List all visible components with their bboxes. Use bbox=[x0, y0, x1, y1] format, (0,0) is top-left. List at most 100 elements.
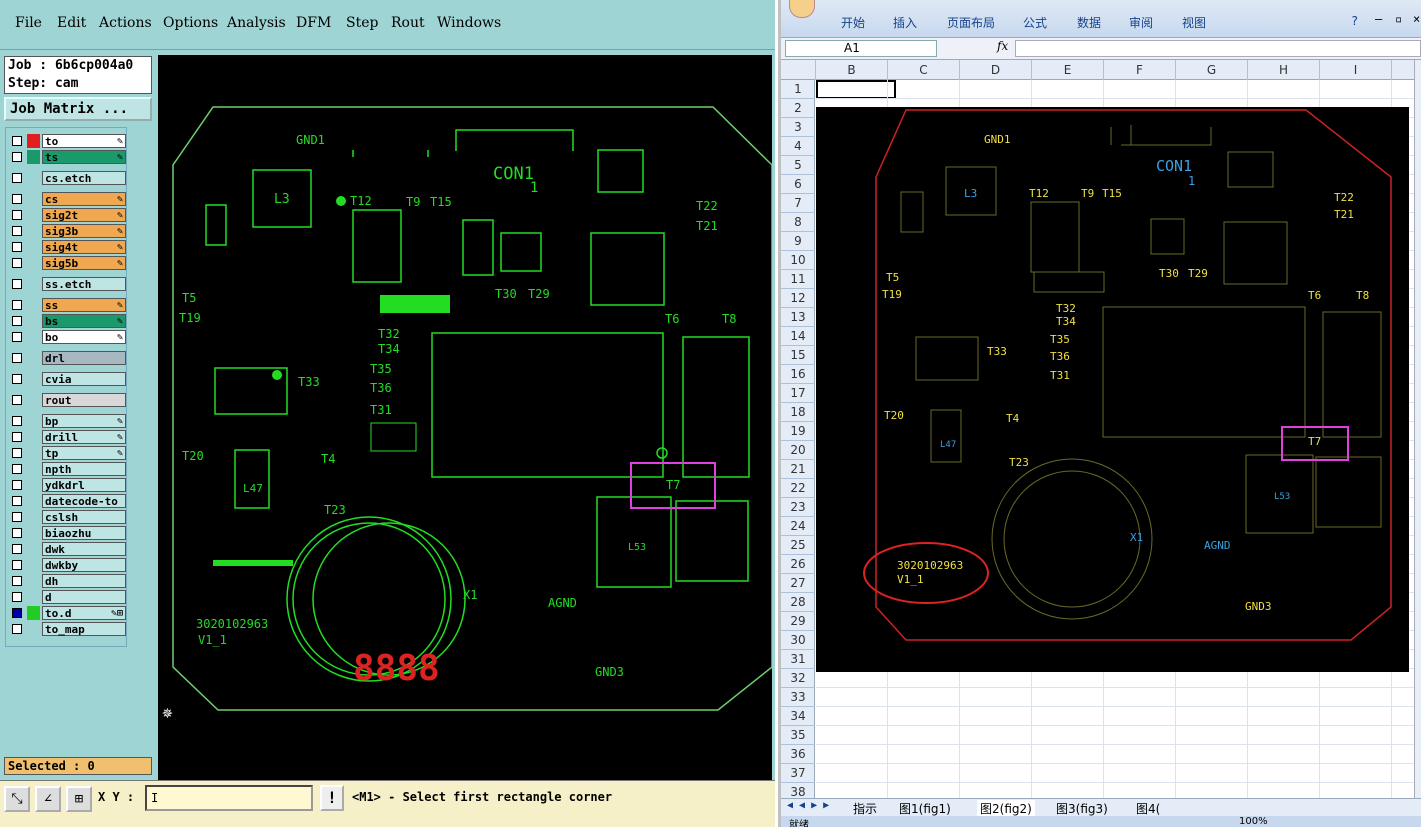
row-header-cell[interactable]: 32 bbox=[781, 669, 815, 688]
menu-dfm[interactable]: DFM bbox=[296, 15, 331, 31]
layer-row[interactable]: datecode-to bbox=[8, 494, 126, 508]
menu-step[interactable]: Step bbox=[346, 15, 378, 31]
layer-row[interactable]: bs ✎ bbox=[8, 314, 126, 328]
layer-name[interactable]: to_map bbox=[42, 622, 126, 636]
measure-button[interactable]: ∠ bbox=[35, 786, 61, 812]
layer-checkbox[interactable] bbox=[12, 332, 22, 342]
layer-row[interactable]: cvia bbox=[8, 372, 126, 386]
layer-row[interactable]: sig4t ✎ bbox=[8, 240, 126, 254]
sheet-tab[interactable]: 图4( bbox=[1136, 800, 1160, 817]
column-header-cell[interactable]: C bbox=[888, 60, 960, 80]
layer-checkbox[interactable] bbox=[12, 194, 22, 204]
layer-name[interactable]: rout bbox=[42, 393, 126, 407]
layer-name[interactable]: cslsh bbox=[42, 510, 126, 524]
layer-row[interactable]: to.d ✎⊞ bbox=[8, 606, 126, 620]
layer-name[interactable]: cs ✎ bbox=[42, 192, 126, 206]
menu-rout[interactable]: Rout bbox=[391, 15, 425, 31]
layer-checkbox[interactable] bbox=[12, 592, 22, 602]
active-cell[interactable] bbox=[816, 80, 896, 99]
layer-checkbox[interactable] bbox=[12, 300, 22, 310]
layer-name[interactable]: d bbox=[42, 590, 126, 604]
layer-row[interactable]: ts ✎ bbox=[8, 150, 126, 164]
layer-name[interactable]: biaozhu bbox=[42, 526, 126, 540]
layer-row[interactable]: dwkby bbox=[8, 558, 126, 572]
layer-name[interactable]: sig5b ✎ bbox=[42, 256, 126, 270]
layer-name[interactable]: npth bbox=[42, 462, 126, 476]
layer-checkbox[interactable] bbox=[12, 242, 22, 252]
layer-name[interactable]: ts ✎ bbox=[42, 150, 126, 164]
layer-checkbox[interactable] bbox=[12, 279, 22, 289]
layer-name[interactable]: bp ✎ bbox=[42, 414, 126, 428]
row-header-cell[interactable]: 16 bbox=[781, 365, 815, 384]
fx-icon[interactable]: fx bbox=[997, 39, 1008, 53]
layer-name[interactable]: dwkby bbox=[42, 558, 126, 572]
layer-name[interactable]: to ✎ bbox=[42, 134, 126, 148]
name-box[interactable]: A1 bbox=[785, 40, 937, 57]
row-header-cell[interactable]: 14 bbox=[781, 327, 815, 346]
layer-row[interactable]: d bbox=[8, 590, 126, 604]
tab-home[interactable]: 开始 bbox=[841, 14, 865, 31]
job-matrix-button[interactable]: Job Matrix ... bbox=[4, 97, 152, 121]
vertical-scrollbar[interactable] bbox=[1414, 60, 1421, 798]
tab-review[interactable]: 审阅 bbox=[1129, 14, 1153, 31]
tab-formulas[interactable]: 公式 bbox=[1023, 14, 1047, 31]
layer-row[interactable]: npth bbox=[8, 462, 126, 476]
tab-view[interactable]: 视图 bbox=[1182, 14, 1206, 31]
layer-row[interactable]: bp ✎ bbox=[8, 414, 126, 428]
layer-row[interactable]: biaozhu bbox=[8, 526, 126, 540]
layer-checkbox[interactable] bbox=[12, 624, 22, 634]
layer-name[interactable]: dh bbox=[42, 574, 126, 588]
row-header-cell[interactable]: 36 bbox=[781, 745, 815, 764]
layer-checkbox[interactable] bbox=[12, 316, 22, 326]
layer-name[interactable]: drl bbox=[42, 351, 126, 365]
layer-checkbox[interactable] bbox=[12, 560, 22, 570]
row-header-cell[interactable]: 31 bbox=[781, 650, 815, 669]
layer-checkbox[interactable] bbox=[12, 173, 22, 183]
row-header-cell[interactable]: 29 bbox=[781, 612, 815, 631]
layer-row[interactable]: sig3b ✎ bbox=[8, 224, 126, 238]
row-header-cell[interactable]: 3 bbox=[781, 118, 815, 137]
layer-checkbox[interactable] bbox=[12, 544, 22, 554]
layer-name[interactable]: sig4t ✎ bbox=[42, 240, 126, 254]
layer-row[interactable]: dwk bbox=[8, 542, 126, 556]
menu-options[interactable]: Options bbox=[163, 15, 218, 31]
row-header-cell[interactable]: 8 bbox=[781, 213, 815, 232]
layer-checkbox[interactable] bbox=[12, 374, 22, 384]
layer-checkbox[interactable] bbox=[12, 432, 22, 442]
layer-row[interactable]: rout bbox=[8, 393, 126, 407]
layer-row[interactable]: cslsh bbox=[8, 510, 126, 524]
layer-name[interactable]: ss ✎ bbox=[42, 298, 126, 312]
layer-checkbox[interactable] bbox=[12, 608, 22, 618]
zoom-fit-button[interactable]: ⤡ bbox=[4, 786, 30, 812]
formula-input[interactable] bbox=[1015, 40, 1421, 57]
office-button[interactable] bbox=[789, 0, 815, 18]
menu-windows[interactable]: Windows bbox=[437, 15, 501, 31]
layer-row[interactable]: to ✎ bbox=[8, 134, 126, 148]
minimize-icon[interactable]: – bbox=[1375, 12, 1382, 26]
xy-input[interactable]: I bbox=[145, 785, 313, 811]
layer-row[interactable]: ss ✎ bbox=[8, 298, 126, 312]
layer-row[interactable]: cs ✎ bbox=[8, 192, 126, 206]
layer-name[interactable]: to.d ✎⊞ bbox=[42, 606, 126, 620]
layer-checkbox[interactable] bbox=[12, 448, 22, 458]
tab-data[interactable]: 数据 bbox=[1077, 14, 1101, 31]
layer-checkbox[interactable] bbox=[12, 210, 22, 220]
column-header-cell[interactable]: D bbox=[960, 60, 1032, 80]
row-header-cell[interactable]: 6 bbox=[781, 175, 815, 194]
close-icon[interactable]: × bbox=[1413, 12, 1420, 26]
layer-row[interactable]: ydkdrl bbox=[8, 478, 126, 492]
layer-checkbox[interactable] bbox=[12, 512, 22, 522]
row-header-cell[interactable]: 18 bbox=[781, 403, 815, 422]
layer-checkbox[interactable] bbox=[12, 480, 22, 490]
layer-checkbox[interactable] bbox=[12, 258, 22, 268]
row-header-cell[interactable]: 23 bbox=[781, 498, 815, 517]
row-header-cell[interactable]: 20 bbox=[781, 441, 815, 460]
menu-file[interactable]: File bbox=[15, 15, 42, 31]
layer-name[interactable]: bo ✎ bbox=[42, 330, 126, 344]
row-header-cell[interactable]: 9 bbox=[781, 232, 815, 251]
column-header-cell[interactable]: E bbox=[1032, 60, 1104, 80]
layer-checkbox[interactable] bbox=[12, 496, 22, 506]
layer-checkbox[interactable] bbox=[12, 528, 22, 538]
layer-checkbox[interactable] bbox=[12, 226, 22, 236]
row-header-cell[interactable]: 27 bbox=[781, 574, 815, 593]
